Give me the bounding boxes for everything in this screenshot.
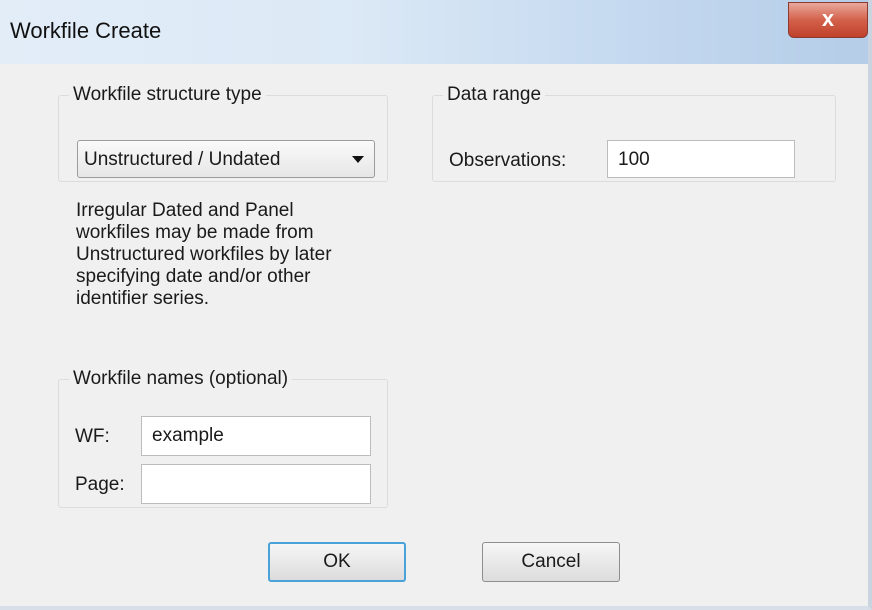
close-button[interactable]: x bbox=[788, 2, 868, 38]
observations-label: Observations: bbox=[449, 150, 567, 171]
dialog-title: Workfile Create bbox=[10, 18, 162, 43]
data-range-group: Data range Observations: 100 bbox=[432, 84, 836, 182]
dropdown-arrow-icon bbox=[352, 156, 364, 163]
data-range-legend: Data range bbox=[447, 84, 542, 105]
structure-type-value: Unstructured / Undated bbox=[84, 149, 281, 170]
wf-name-value: example bbox=[152, 425, 224, 446]
dialog-body: Workfile structure type Unstructured / U… bbox=[0, 64, 868, 606]
cancel-button[interactable]: Cancel bbox=[482, 542, 620, 582]
workfile-names-legend: Workfile names (optional) bbox=[73, 368, 289, 389]
observations-value: 100 bbox=[618, 149, 650, 170]
wf-label: WF: bbox=[75, 426, 110, 447]
structure-description: Irregular Dated and Panel workfiles may … bbox=[76, 200, 332, 309]
workfile-create-dialog: Workfile Create x Workfile structure typ… bbox=[0, 0, 872, 610]
page-label: Page: bbox=[75, 474, 125, 495]
title-bar[interactable]: Workfile Create x bbox=[0, 0, 868, 64]
structure-type-select[interactable]: Unstructured / Undated bbox=[77, 140, 375, 178]
observations-input[interactable]: 100 bbox=[607, 140, 795, 178]
workfile-names-group: Workfile names (optional) WF: example Pa… bbox=[58, 368, 388, 508]
ok-button[interactable]: OK bbox=[268, 542, 406, 582]
close-icon: x bbox=[821, 6, 835, 31]
page-name-input[interactable] bbox=[141, 464, 371, 504]
structure-type-legend: Workfile structure type bbox=[73, 84, 262, 105]
structure-type-group: Workfile structure type Unstructured / U… bbox=[58, 84, 388, 182]
wf-name-input[interactable]: example bbox=[141, 416, 371, 456]
